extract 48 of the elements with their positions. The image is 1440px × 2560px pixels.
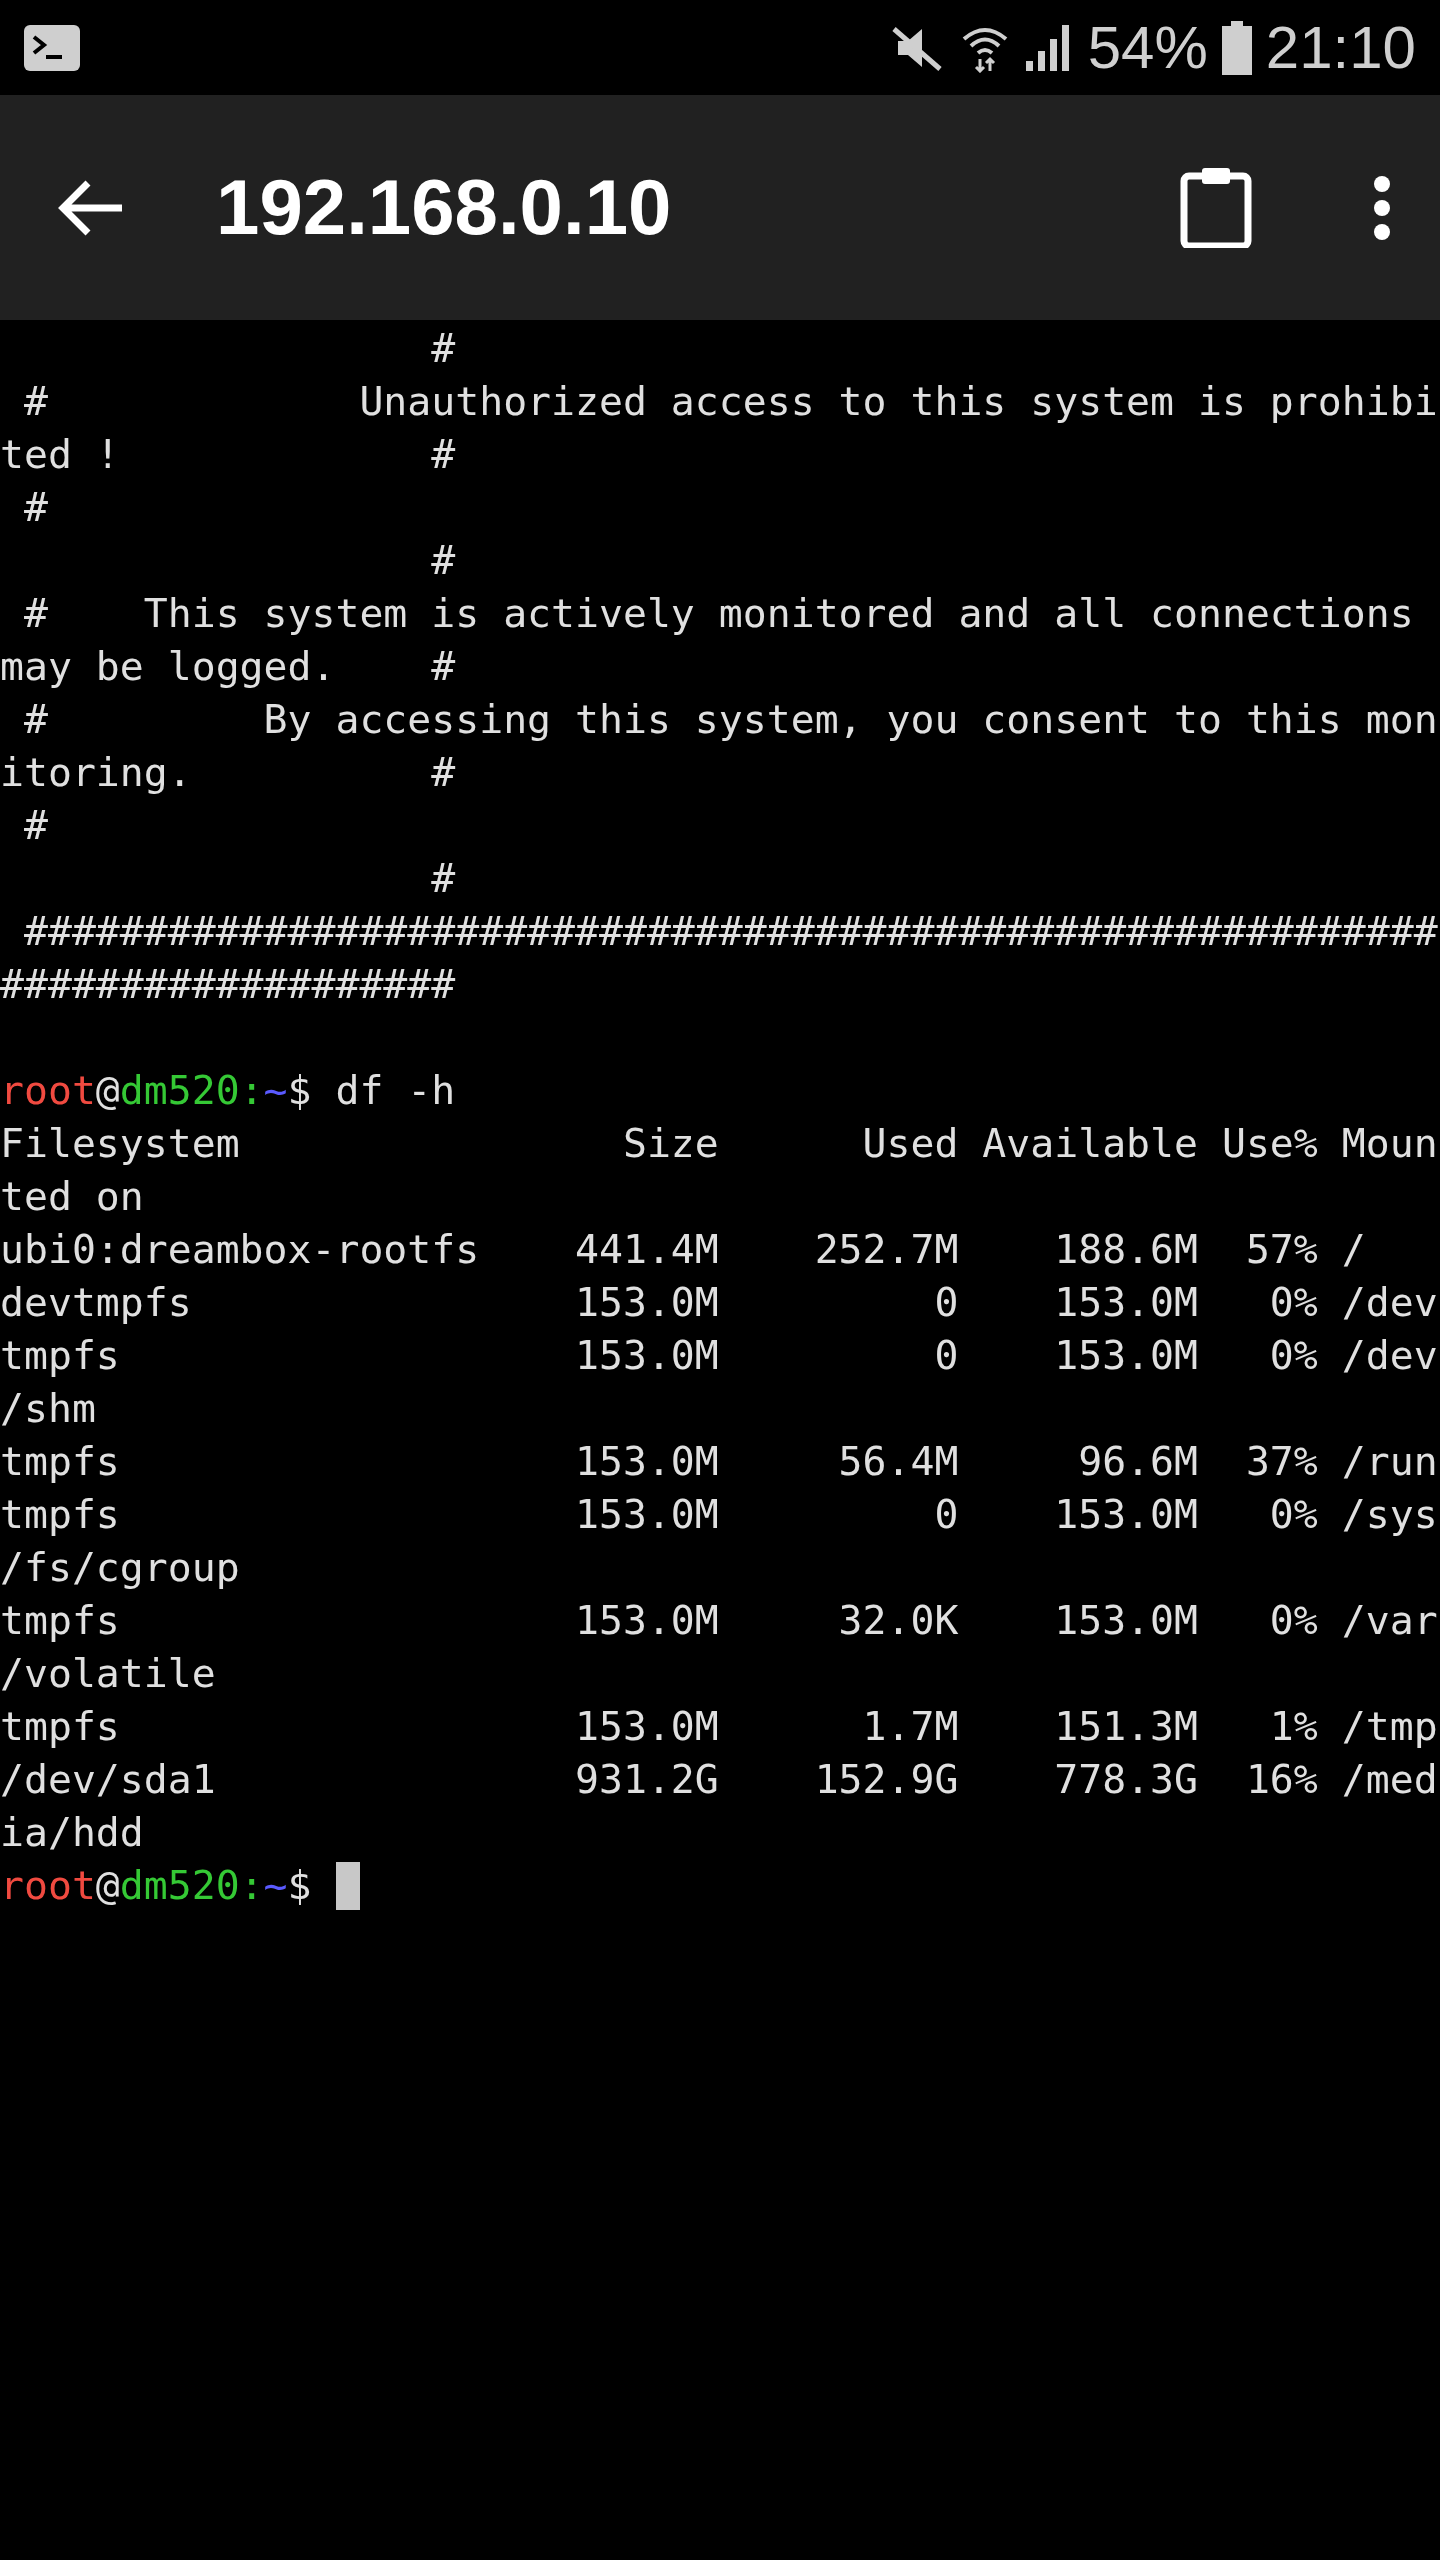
command-text: df -h (334, 1066, 456, 1115)
clock-time: 21:10 (1265, 17, 1416, 78)
terminal-line: ################### (0, 960, 456, 1009)
prompt-text: dm520 (119, 1861, 240, 1910)
terminal-line: tmpfs 153.0M 1.7M 151.3M 1% /tmp (0, 1702, 1438, 1751)
terminal-line: ubi0:dreambox-rootfs 441.4M 252.7M 188.6M 57% / (0, 1225, 1366, 1274)
prompt-text: $ (287, 1066, 312, 1115)
terminal-line: Filesystem Size Used Available Use% Moun (0, 1119, 1438, 1168)
terminal-line: # This system is actively monitored and all connections (22, 589, 1415, 638)
prompt-text: dm520 (119, 1066, 240, 1115)
terminal-line: tmpfs 153.0M 0 153.0M 0% /sys (0, 1490, 1438, 1539)
host-title: 192.168.0.10 (216, 162, 672, 253)
terminal-line: devtmpfs 153.0M 0 153.0M 0% /dev (0, 1278, 1438, 1327)
prompt-text: $ (287, 1861, 312, 1910)
prompt-text: ~ (263, 1861, 288, 1910)
terminal-line: tmpfs 153.0M 32.0K 153.0M 0% /var (0, 1596, 1438, 1645)
terminal-line: ia/hdd (0, 1808, 144, 1857)
prompt-text: : (239, 1861, 264, 1910)
prompt-text: root (0, 1066, 96, 1115)
terminal-line: tmpfs 153.0M 0 153.0M 0% /dev (0, 1331, 1438, 1380)
terminal-line: ted on (0, 1172, 144, 1221)
terminal-line: # By accessing this system, you consent to this mon (22, 695, 1438, 744)
terminal-line: tmpfs 153.0M 56.4M 96.6M 37% /run (0, 1437, 1438, 1486)
terminal-line: # (22, 801, 48, 850)
terminal-icon (24, 24, 80, 71)
battery-icon (1221, 20, 1252, 75)
back-arrow-icon[interactable] (58, 178, 124, 237)
prompt-text: : (239, 1066, 264, 1115)
battery-percent: 54% (1087, 17, 1208, 78)
prompt-text: @ (95, 1066, 120, 1115)
terminal-line: /fs/cgroup (0, 1543, 240, 1592)
terminal-line: ted ! # (0, 430, 456, 479)
terminal-line: # Unauthorized access to this system is prohibi (22, 377, 1438, 426)
prompt-text: root (0, 1861, 96, 1910)
prompt-text: ~ (263, 1066, 288, 1115)
clipboard-icon[interactable] (1180, 167, 1252, 248)
terminal-line: /volatile (0, 1649, 216, 1698)
terminal-line: # (430, 854, 456, 903)
terminal-line: may be logged. # (0, 642, 456, 691)
prompt-text: @ (95, 1861, 120, 1910)
terminal-line: # (22, 483, 48, 532)
terminal-line: # (430, 536, 456, 585)
terminal-line: /dev/sda1 931.2G 152.9G 778.3G 16% /med (0, 1755, 1438, 1804)
terminal-line: itoring. # (0, 748, 456, 797)
terminal-line: /shm (0, 1384, 96, 1433)
terminal-line: # (430, 324, 456, 373)
more-options-icon[interactable] (1372, 174, 1392, 241)
terminal-line: ########################################################### (22, 907, 1438, 956)
